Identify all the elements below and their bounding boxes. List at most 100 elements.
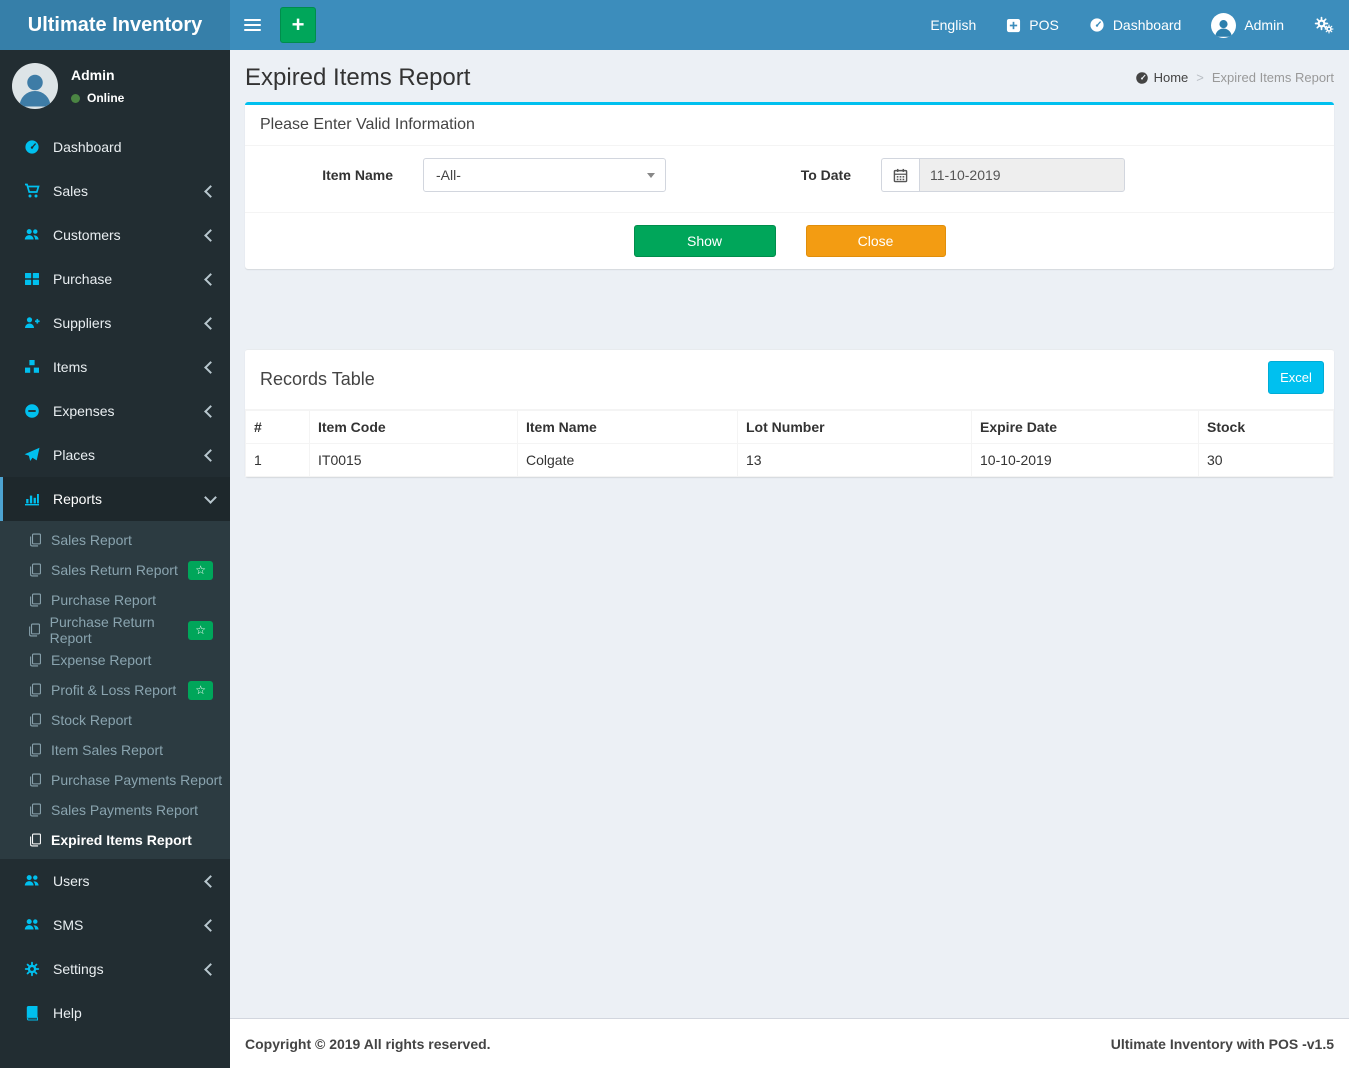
- sidebar-item-dashboard[interactable]: Dashboard: [0, 125, 230, 169]
- item-name-select[interactable]: -All-: [423, 158, 666, 192]
- breadcrumb-current: Expired Items Report: [1211, 70, 1334, 85]
- sidebar-item-help[interactable]: Help: [0, 991, 230, 1035]
- column-header: Item Code: [309, 410, 518, 444]
- cubes-icon: [22, 359, 42, 375]
- nav-settings[interactable]: [1299, 0, 1349, 50]
- dashboard-icon: [1089, 17, 1105, 33]
- sidebar-item-sales-return-report[interactable]: Sales Return Report ☆: [0, 555, 230, 585]
- chevron-left-icon: [204, 962, 217, 976]
- chevron-left-icon: [204, 228, 217, 242]
- copy-icon: [26, 683, 43, 697]
- sidebar-item-reports[interactable]: Reports: [0, 477, 230, 521]
- brand-text: Ultimate Inventory: [27, 13, 203, 36]
- sidebar-item-suppliers[interactable]: Suppliers: [0, 301, 230, 345]
- cart-icon: [22, 183, 42, 199]
- chevron-left-icon: [204, 404, 217, 418]
- minus-circle-icon: [22, 403, 42, 419]
- chevron-left-icon: [204, 316, 217, 330]
- chevron-left-icon: [204, 874, 217, 888]
- to-date-input[interactable]: [919, 158, 1125, 192]
- avatar: [12, 63, 58, 109]
- chevron-left-icon: [204, 448, 217, 462]
- sidebar-item-expense-report[interactable]: Expense Report: [0, 645, 230, 675]
- copy-icon: [26, 743, 43, 757]
- content-header: Expired Items Report Home > Expired Item…: [245, 50, 1334, 102]
- sidebar-item-users[interactable]: Users: [0, 859, 230, 903]
- quick-add-button[interactable]: +: [280, 7, 316, 43]
- hamburger-icon: [243, 19, 261, 21]
- item-name-selected-value: -All-: [436, 167, 461, 183]
- sidebar-item-purchase[interactable]: Purchase: [0, 257, 230, 301]
- star-badge: ☆: [188, 620, 213, 640]
- copy-icon: [26, 653, 43, 667]
- sidebar-item-stock-report[interactable]: Stock Report: [0, 705, 230, 735]
- sidebar-item-places[interactable]: Places: [0, 433, 230, 477]
- nav-dashboard[interactable]: Dashboard: [1074, 0, 1197, 50]
- cell-lot-number: 13: [737, 443, 972, 477]
- sidebar-item-expired-items-report[interactable]: Expired Items Report: [0, 825, 230, 855]
- sidebar-item-profit-loss-report[interactable]: Profit & Loss Report ☆: [0, 675, 230, 705]
- sidebar-item-item-sales-report[interactable]: Item Sales Report: [0, 735, 230, 765]
- copy-icon: [26, 623, 42, 637]
- book-icon: [22, 1005, 42, 1021]
- item-name-label: Item Name: [322, 167, 393, 183]
- copy-icon: [26, 833, 43, 847]
- chevron-left-icon: [204, 272, 217, 286]
- sidebar-toggle-button[interactable]: [230, 0, 274, 50]
- top-header: Ultimate Inventory + English POS Dashboa…: [0, 0, 1349, 50]
- nav-language[interactable]: English: [915, 0, 991, 50]
- page-footer: Copyright © 2019 All rights reserved. Ul…: [230, 1018, 1349, 1068]
- sidebar-item-settings[interactable]: Settings: [0, 947, 230, 991]
- users-icon: [22, 873, 42, 889]
- sidebar-item-sales-report[interactable]: Sales Report: [0, 525, 230, 555]
- sidebar-item-items[interactable]: Items: [0, 345, 230, 389]
- cell-item-code: IT0015: [309, 443, 518, 477]
- plus-square-icon: [1006, 18, 1021, 33]
- sidebar-item-purchase-report[interactable]: Purchase Report: [0, 585, 230, 615]
- close-button[interactable]: Close: [805, 225, 946, 257]
- cell-index: 1: [245, 443, 310, 477]
- column-header: Stock: [1198, 410, 1334, 444]
- app-logo[interactable]: Ultimate Inventory: [0, 0, 230, 50]
- filter-panel-body: Item Name -All- To Date: [245, 146, 1334, 212]
- app-window: Ultimate Inventory + English POS Dashboa…: [0, 0, 1349, 1068]
- copy-icon: [26, 593, 43, 607]
- user-status: Online: [71, 91, 124, 105]
- grid-icon: [22, 271, 42, 287]
- filter-panel: Please Enter Valid Information Item Name…: [245, 102, 1334, 269]
- main-content: Expired Items Report Home > Expired Item…: [230, 50, 1349, 1018]
- star-badge: ☆: [188, 560, 213, 580]
- version-text: Ultimate Inventory with POS -v1.5: [1110, 1035, 1334, 1052]
- sidebar-item-sales-payments-report[interactable]: Sales Payments Report: [0, 795, 230, 825]
- records-table: # Item Code Item Name Lot Number Expire …: [245, 410, 1334, 477]
- nav-pos[interactable]: POS: [991, 0, 1074, 50]
- copy-icon: [26, 773, 43, 787]
- sidebar-user-panel: Admin Online: [0, 50, 230, 123]
- table-header-row: # Item Code Item Name Lot Number Expire …: [245, 410, 1334, 444]
- nav-user-menu[interactable]: Admin: [1196, 0, 1299, 50]
- calendar-icon[interactable]: [881, 158, 919, 192]
- cell-stock: 30: [1198, 443, 1334, 477]
- copy-icon: [26, 713, 43, 727]
- breadcrumb-separator: >: [1196, 70, 1204, 85]
- sidebar-item-purchase-return-report[interactable]: Purchase Return Report ☆: [0, 614, 230, 646]
- gears-icon: [22, 961, 42, 977]
- sidebar-item-sms[interactable]: SMS: [0, 903, 230, 947]
- breadcrumb-home-link[interactable]: Home: [1135, 70, 1188, 85]
- excel-export-button[interactable]: Excel: [1268, 361, 1324, 394]
- show-button[interactable]: Show: [633, 225, 776, 257]
- column-header: Item Name: [517, 410, 738, 444]
- column-header: Expire Date: [971, 410, 1199, 444]
- copyright-text: Copyright © 2019 All rights reserved.: [245, 1035, 491, 1052]
- records-panel: Records Table Excel # Item Code Item Nam…: [245, 349, 1334, 477]
- sidebar-item-purchase-payments-report[interactable]: Purchase Payments Report: [0, 765, 230, 795]
- users-icon: [22, 917, 42, 933]
- records-panel-heading: Records Table Excel: [245, 350, 1334, 410]
- reports-submenu: Sales Report Sales Return Report ☆ Purcha…: [0, 521, 230, 859]
- dashboard-icon: [1135, 71, 1149, 85]
- sidebar-item-sales[interactable]: Sales: [0, 169, 230, 213]
- filter-panel-footer: Show Close: [245, 212, 1334, 269]
- sidebar-item-expenses[interactable]: Expenses: [0, 389, 230, 433]
- sidebar-item-customers[interactable]: Customers: [0, 213, 230, 257]
- sidebar-menu: Dashboard Sales Customers Purchase Suppl…: [0, 125, 230, 1035]
